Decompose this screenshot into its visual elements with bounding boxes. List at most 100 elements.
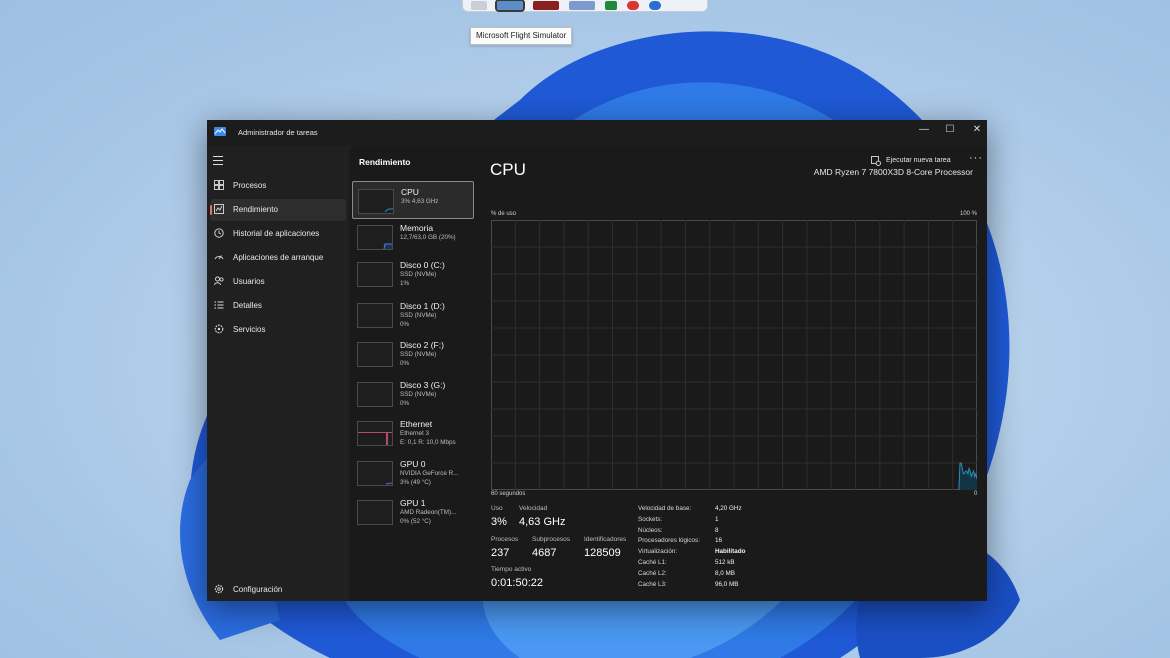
- window-title: Administrador de tareas: [238, 128, 318, 137]
- resource-detail: E: 0,1 R: 10,0 Mbps: [400, 439, 456, 446]
- task-manager-app-icon: [214, 127, 226, 136]
- resource-name: GPU 0: [400, 459, 426, 469]
- task-manager-window: Administrador de tareas — ☐ ✕ Procesos Re…: [207, 120, 987, 601]
- processes-value: 237: [491, 547, 510, 559]
- taskbar-tooltip: Microsoft Flight Simulator: [470, 27, 573, 45]
- sidebar-item-users[interactable]: Usuarios: [210, 271, 346, 293]
- resource-detail: SSD (NVMe): [400, 351, 437, 358]
- resource-item[interactable]: Disco 3 (G:) SSD (NVMe) 0%: [352, 375, 474, 413]
- users-icon: [214, 276, 224, 286]
- spec-value: 512 kB: [715, 559, 735, 566]
- spec-label: Sockets:: [638, 515, 663, 523]
- close-button[interactable]: ✕: [964, 123, 987, 137]
- resource-item[interactable]: Disco 1 (D:) SSD (NVMe) 0%: [352, 296, 474, 334]
- taskbar-thumbnail[interactable]: [605, 1, 617, 10]
- cpu-title: CPU: [490, 160, 526, 179]
- memory-mini-graph: [383, 243, 392, 249]
- gear-icon: [214, 584, 224, 594]
- details-icon: [214, 301, 224, 309]
- taskbar-thumbnail[interactable]: [533, 1, 559, 10]
- cpu-model: AMD Ryzen 7 7800X3D 8-Core Processor: [813, 167, 973, 177]
- resource-item[interactable]: Memoria 12,7/63,0 GB (20%): [352, 218, 474, 256]
- spec-label: Caché L3:: [638, 580, 667, 588]
- services-icon: [214, 324, 224, 334]
- spec-value: 4,20 GHz: [715, 505, 742, 512]
- sidebar-item-history[interactable]: Historial de aplicaciones: [210, 223, 346, 245]
- performance-icon: [214, 204, 224, 214]
- resource-thumbnail: [357, 382, 393, 407]
- run-task-icon: [871, 156, 881, 166]
- spec-value: Habilitado: [715, 548, 746, 556]
- taskbar-thumbnail[interactable]: [471, 1, 487, 10]
- uptime-value: 0:01:50:22: [491, 577, 543, 589]
- resource-detail: SSD (NVMe): [400, 312, 437, 319]
- more-options-button[interactable]: ···: [969, 152, 983, 164]
- resource-item[interactable]: Disco 2 (F:) SSD (NVMe) 0%: [352, 335, 474, 373]
- speed-label: Velocidad: [519, 505, 548, 512]
- resource-item[interactable]: GPU 1 AMD Radeon(TM)... 0% (52 °C): [352, 493, 474, 531]
- resource-thumbnail: [357, 421, 393, 446]
- sidebar-item-label: Procesos: [233, 181, 267, 190]
- taskbar-thumbnail-active[interactable]: [495, 0, 525, 12]
- sidebar-item-label: Servicios: [233, 325, 266, 334]
- sidebar-item-settings[interactable]: Configuración: [210, 579, 346, 601]
- sidebar-item-processes[interactable]: Procesos: [210, 175, 346, 197]
- resource-detail: 1%: [400, 280, 410, 287]
- speed-value: 4,63 GHz: [519, 516, 566, 528]
- sidebar-nav: Procesos Rendimiento Historial de aplicaci…: [207, 146, 349, 601]
- resource-name: GPU 1: [400, 498, 426, 508]
- resource-item[interactable]: GPU 0 NVIDIA GeForce R... 3% (49 °C): [352, 454, 474, 492]
- spec-label: Caché L1:: [638, 559, 667, 566]
- sidebar-item-label: Usuarios: [233, 277, 265, 286]
- y-axis-max-label: 100 %: [959, 211, 977, 217]
- page-title: Rendimiento: [359, 157, 411, 167]
- spec-label: Velocidad de base:: [638, 505, 692, 512]
- sidebar-item-details[interactable]: Detalles: [210, 295, 346, 317]
- resource-detail: NVIDIA GeForce R...: [400, 470, 459, 477]
- resource-item[interactable]: CPU 3% 4,63 GHz: [352, 181, 474, 219]
- startup-icon: [214, 255, 224, 260]
- taskbar-thumbnail[interactable]: [627, 1, 639, 10]
- handles-value: 128509: [584, 547, 621, 559]
- minimize-button[interactable]: —: [911, 123, 937, 137]
- resource-detail: 12,7/63,0 GB (20%): [400, 234, 456, 241]
- sidebar-item-services[interactable]: Servicios: [210, 319, 346, 341]
- spec-value: 8,0 MB: [715, 569, 735, 577]
- resource-detail: SSD (NVMe): [400, 271, 437, 278]
- performance-content: Rendimiento Ejecutar nueva tarea ··· CPU…: [349, 146, 987, 601]
- sidebar-item-label: Aplicaciones de arranque: [233, 253, 324, 262]
- resource-detail: AMD Radeon(TM)...: [400, 509, 457, 516]
- taskbar-thumbnail[interactable]: [649, 1, 661, 10]
- sidebar-item-performance[interactable]: Rendimiento: [210, 199, 346, 221]
- cpu-mini-graph: [384, 208, 393, 213]
- threads-value: 4687: [532, 547, 557, 559]
- spec-value: 8: [715, 526, 719, 534]
- sidebar-item-label: Historial de aplicaciones: [233, 229, 320, 238]
- resource-thumbnail: [357, 262, 393, 287]
- resource-detail: 3% 4,63 GHz: [401, 198, 439, 205]
- resource-detail: SSD (NVMe): [400, 391, 437, 398]
- cpu-usage-graph: [491, 220, 977, 490]
- hamburger-menu-icon[interactable]: [213, 156, 223, 165]
- x-axis-right-label: 0: [974, 491, 978, 497]
- maximize-button[interactable]: ☐: [937, 123, 963, 137]
- resource-thumbnail: [357, 225, 393, 250]
- resource-detail: Ethernet 3: [400, 430, 430, 437]
- gpu-mini-graph: [385, 482, 392, 485]
- sidebar-item-label: Detalles: [233, 301, 262, 310]
- taskbar-thumbnail[interactable]: [569, 1, 595, 10]
- resource-thumbnail: [357, 500, 393, 525]
- resource-item[interactable]: Ethernet Ethernet 3 E: 0,1 R: 10,0 Mbps: [352, 414, 474, 452]
- handles-label: Identificadores: [584, 536, 627, 543]
- resource-detail: 0% (52 °C): [400, 518, 431, 525]
- resource-thumbnail: [357, 342, 393, 367]
- resource-name: Disco 3 (G:): [400, 380, 446, 390]
- resource-item[interactable]: Disco 0 (C:) SSD (NVMe) 1%: [352, 255, 474, 293]
- sidebar-item-label: Rendimiento: [233, 205, 278, 214]
- resource-name: Disco 2 (F:): [400, 340, 444, 350]
- title-bar[interactable]: Administrador de tareas — ☐ ✕: [207, 120, 987, 146]
- resource-detail: 0%: [400, 360, 410, 367]
- spec-label: Núcleos:: [638, 526, 663, 534]
- resource-detail: 0%: [400, 321, 410, 328]
- sidebar-item-startup[interactable]: Aplicaciones de arranque: [210, 247, 346, 269]
